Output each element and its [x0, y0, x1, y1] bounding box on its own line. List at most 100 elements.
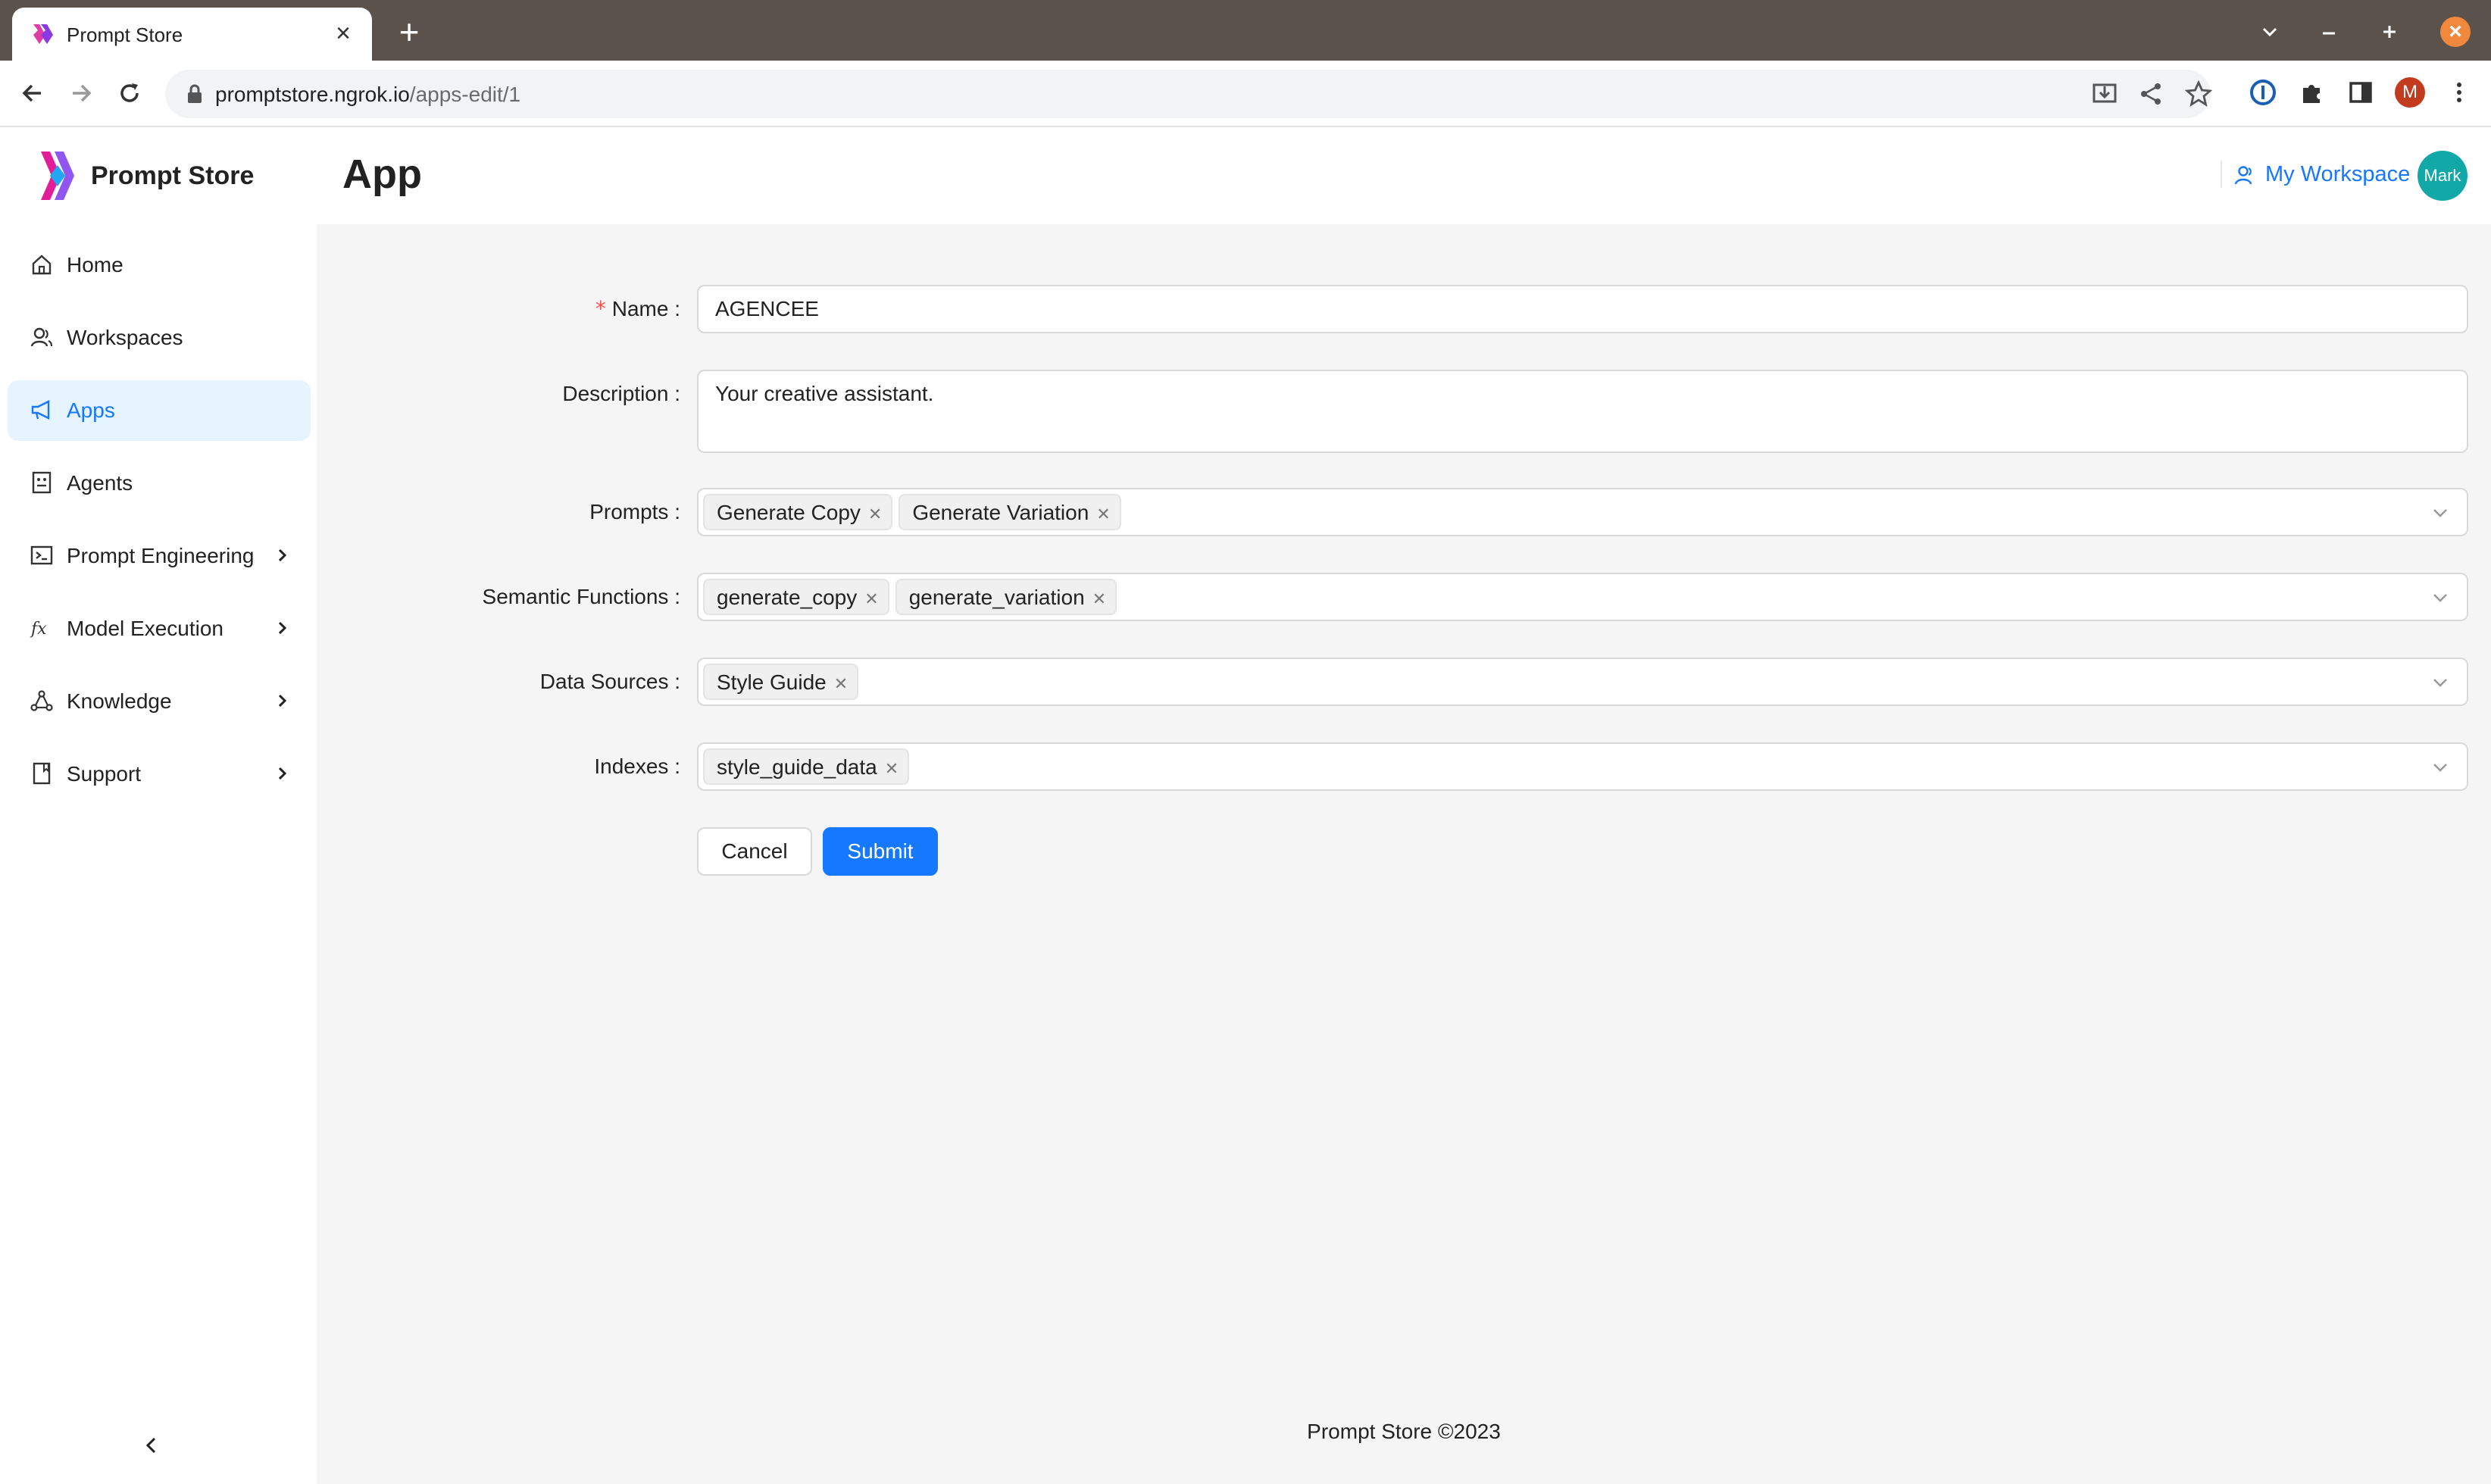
chevron-right-icon — [278, 548, 287, 562]
tag-remove-icon[interactable]: ✕ — [868, 497, 882, 532]
browser-tab-bar: Prompt Store × + × — [0, 0, 2491, 61]
sidebar-item-model-execution[interactable]: fx Model Execution — [8, 598, 311, 659]
name-input[interactable]: AGENCEE — [697, 285, 2468, 333]
book-icon — [33, 762, 51, 785]
sidebar-item-prompt-engineering[interactable]: Prompt Engineering — [8, 526, 311, 586]
workspace-label: My Workspace — [2265, 162, 2411, 186]
sidebar-item-label: Agents — [67, 471, 133, 495]
forward-icon[interactable] — [64, 76, 98, 111]
password-manager-icon[interactable] — [2248, 77, 2278, 108]
tab-search-icon[interactable] — [2253, 15, 2286, 48]
workspace-user-icon — [2234, 166, 2252, 185]
sidebar-item-label: Model Execution — [67, 617, 224, 640]
tag-remove-icon[interactable]: ✕ — [1096, 497, 1110, 532]
url-text: promptstore.ngrok.io/apps-edit/1 — [215, 83, 521, 106]
sidebar-item-workspaces[interactable]: Workspaces — [8, 308, 311, 368]
brand-name: Prompt Store — [91, 161, 255, 190]
browser-menu-icon[interactable] — [2444, 77, 2474, 108]
tag-style-guide-data: style_guide_data ✕ — [703, 748, 910, 786]
user-avatar[interactable]: Mark — [2418, 151, 2468, 201]
sidebar-item-label: Support — [67, 762, 142, 786]
indexes-label: Indexes : — [594, 754, 680, 778]
sidebar-item-apps[interactable]: Apps — [8, 380, 311, 441]
prompts-tags: Generate Copy ✕ Generate Variation ✕ — [703, 494, 1127, 530]
page-title: App — [342, 152, 422, 197]
bookmark-star-icon[interactable] — [2183, 79, 2214, 109]
maximize-icon[interactable] — [2373, 15, 2406, 48]
chevron-right-icon — [278, 694, 287, 708]
cancel-button[interactable]: Cancel — [697, 827, 812, 876]
minimize-icon[interactable] — [2312, 15, 2346, 48]
terminal-icon — [30, 545, 53, 565]
tag-generate-copy: Generate Copy ✕ — [703, 494, 893, 532]
tab-title: Prompt Store — [67, 23, 183, 46]
extensions-puzzle-icon[interactable] — [2297, 77, 2327, 108]
footer-text: Prompt Store ©2023 — [1307, 1420, 1501, 1443]
prompts-select[interactable]: Generate Copy ✕ Generate Variation ✕ — [697, 488, 2468, 536]
window-close-icon[interactable]: × — [2440, 17, 2471, 47]
sidebar-item-label: Apps — [67, 398, 115, 422]
name-label: * Name : — [595, 296, 680, 321]
tag-remove-icon[interactable]: ✕ — [864, 582, 878, 617]
reload-icon[interactable] — [112, 76, 147, 111]
workspaces-icon — [30, 327, 53, 347]
page-header: App My Workspace Mark — [317, 127, 2491, 224]
fx-icon: fx — [30, 620, 47, 639]
back-icon[interactable] — [15, 76, 50, 111]
chevron-down-icon[interactable] — [2430, 673, 2450, 692]
chevron-down-icon[interactable] — [2430, 588, 2450, 608]
agent-icon — [32, 471, 52, 494]
chevron-right-icon — [278, 767, 287, 780]
sidebar-item-label: Workspaces — [67, 326, 183, 349]
data-sources-label: Data Sources : — [539, 670, 680, 693]
tag-remove-icon[interactable]: ✕ — [1092, 582, 1106, 617]
side-panel-icon[interactable] — [2346, 77, 2376, 108]
required-marker: * — [595, 296, 606, 321]
tag-style-guide: Style Guide ✕ — [703, 664, 859, 701]
megaphone-icon — [31, 400, 50, 420]
semantic-functions-select[interactable]: generate_copy ✕ generate_variation ✕ — [697, 573, 2468, 621]
svg-text:fx: fx — [30, 620, 47, 639]
tag-remove-icon[interactable]: ✕ — [834, 667, 848, 701]
prompt-store-logo-icon — [41, 152, 74, 200]
sidebar-item-home[interactable]: Home — [8, 235, 311, 295]
sidebar-item-support[interactable]: Support — [8, 744, 311, 804]
browser-tab[interactable]: Prompt Store × — [12, 8, 372, 61]
install-app-icon[interactable] — [2089, 79, 2120, 109]
home-icon — [32, 255, 52, 275]
description-textarea[interactable]: Your creative assistant. — [697, 370, 2468, 453]
description-value: Your creative assistant. — [715, 382, 934, 405]
name-input-value: AGENCEE — [715, 297, 819, 320]
submit-button[interactable]: Submit — [823, 827, 938, 876]
sidebar-item-knowledge[interactable]: Knowledge — [8, 671, 311, 732]
tag-remove-icon[interactable]: ✕ — [885, 751, 899, 786]
prompts-label: Prompts : — [589, 500, 680, 523]
tab-close-icon[interactable]: × — [328, 18, 358, 48]
address-bar[interactable]: promptstore.ngrok.io/apps-edit/1 — [165, 70, 2214, 118]
share-icon[interactable] — [2136, 79, 2167, 109]
tag-generate-variation: Generate Variation ✕ — [899, 494, 1121, 532]
lock-icon — [188, 84, 202, 103]
main-content: * Name : AGENCEE Description : Your creat… — [317, 224, 2491, 1484]
description-label: Description : — [562, 382, 680, 405]
indexes-tags: style_guide_data ✕ — [703, 748, 915, 785]
tag-generate-copy-fn: generate_copy ✕ — [703, 579, 889, 615]
sidebar-item-label: Knowledge — [67, 689, 172, 713]
semantic-functions-label: Semantic Functions : — [482, 585, 680, 608]
browser-toolbar: promptstore.ngrok.io/apps-edit/1 M — [0, 61, 2491, 127]
data-sources-select[interactable]: Style Guide ✕ — [697, 658, 2468, 706]
indexes-select[interactable]: style_guide_data ✕ — [697, 742, 2468, 791]
sidebar: Prompt Store Home Workspaces Apps Agents… — [0, 127, 317, 1484]
form-actions: Cancel Submit — [317, 827, 2491, 876]
tag-generate-variation-fn: generate_variation ✕ — [895, 579, 1117, 615]
chevron-down-icon[interactable] — [2430, 758, 2450, 777]
network-icon — [30, 690, 53, 711]
new-tab-icon[interactable]: + — [392, 14, 426, 49]
collapse-sidebar-icon[interactable] — [138, 1432, 165, 1459]
data-sources-tags: Style Guide ✕ — [703, 664, 864, 700]
sidebar-item-agents[interactable]: Agents — [8, 453, 311, 514]
chevron-down-icon[interactable] — [2430, 503, 2450, 523]
sidebar-item-label: Home — [67, 253, 123, 276]
prompt-store-favicon-icon — [33, 24, 53, 44]
profile-avatar[interactable]: M — [2395, 77, 2425, 108]
